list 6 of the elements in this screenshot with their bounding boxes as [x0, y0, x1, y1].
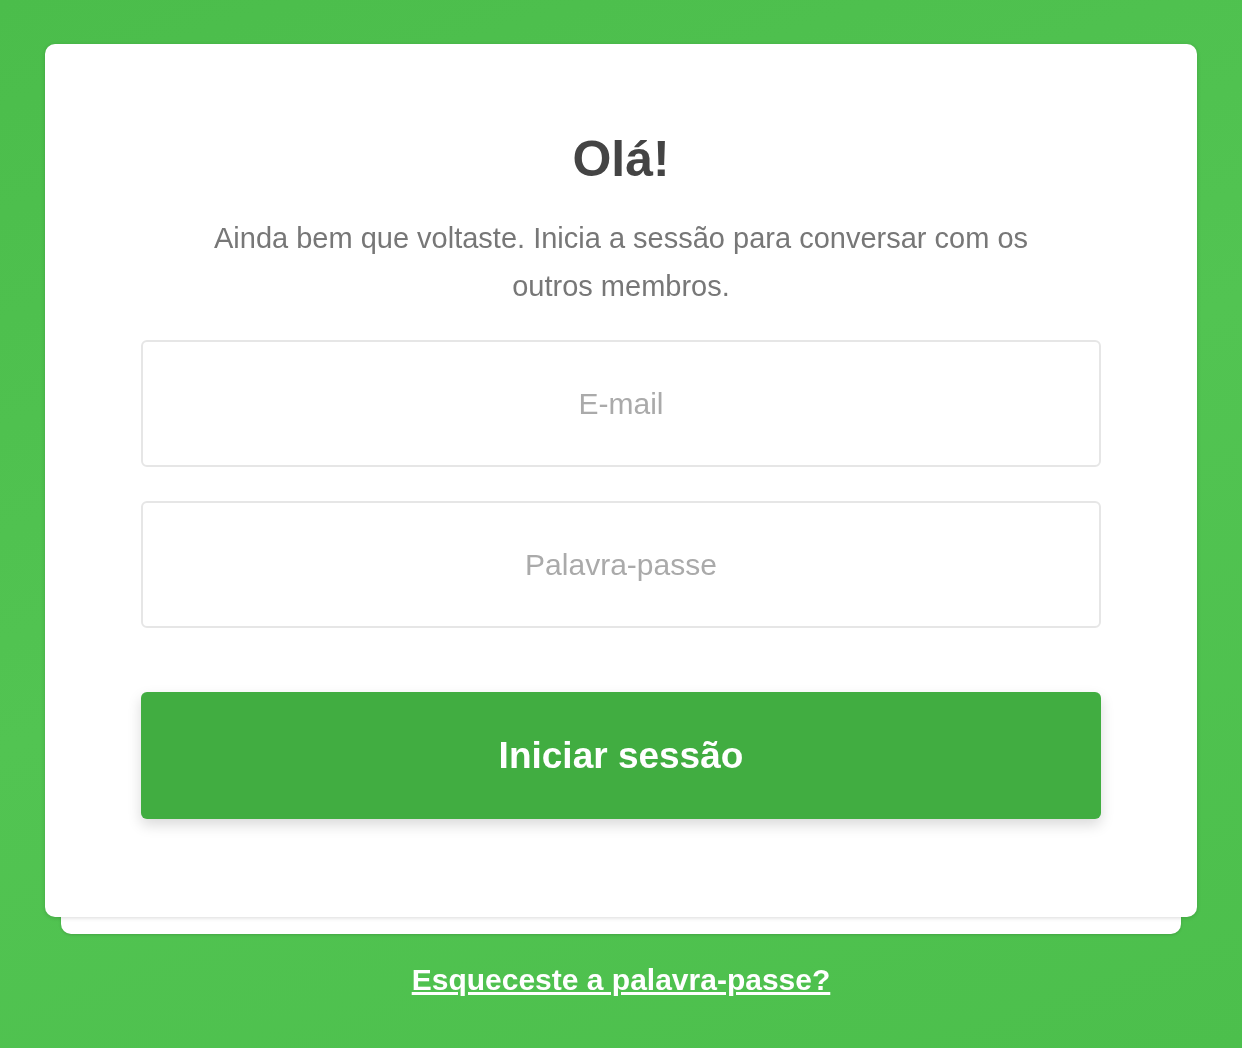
email-field[interactable]: E-mail — [141, 340, 1101, 467]
password-field[interactable]: Palavra-passe — [141, 501, 1101, 628]
forgot-password-link[interactable]: Esqueceste a palavra-passe? — [411, 963, 831, 997]
subtitle: Ainda bem que voltaste. Inicia a sessão para conversar com os outros membros. — [212, 221, 1029, 304]
login-button[interactable]: Iniciar sessão — [141, 692, 1101, 819]
greeting-title: Olá! — [572, 130, 670, 189]
